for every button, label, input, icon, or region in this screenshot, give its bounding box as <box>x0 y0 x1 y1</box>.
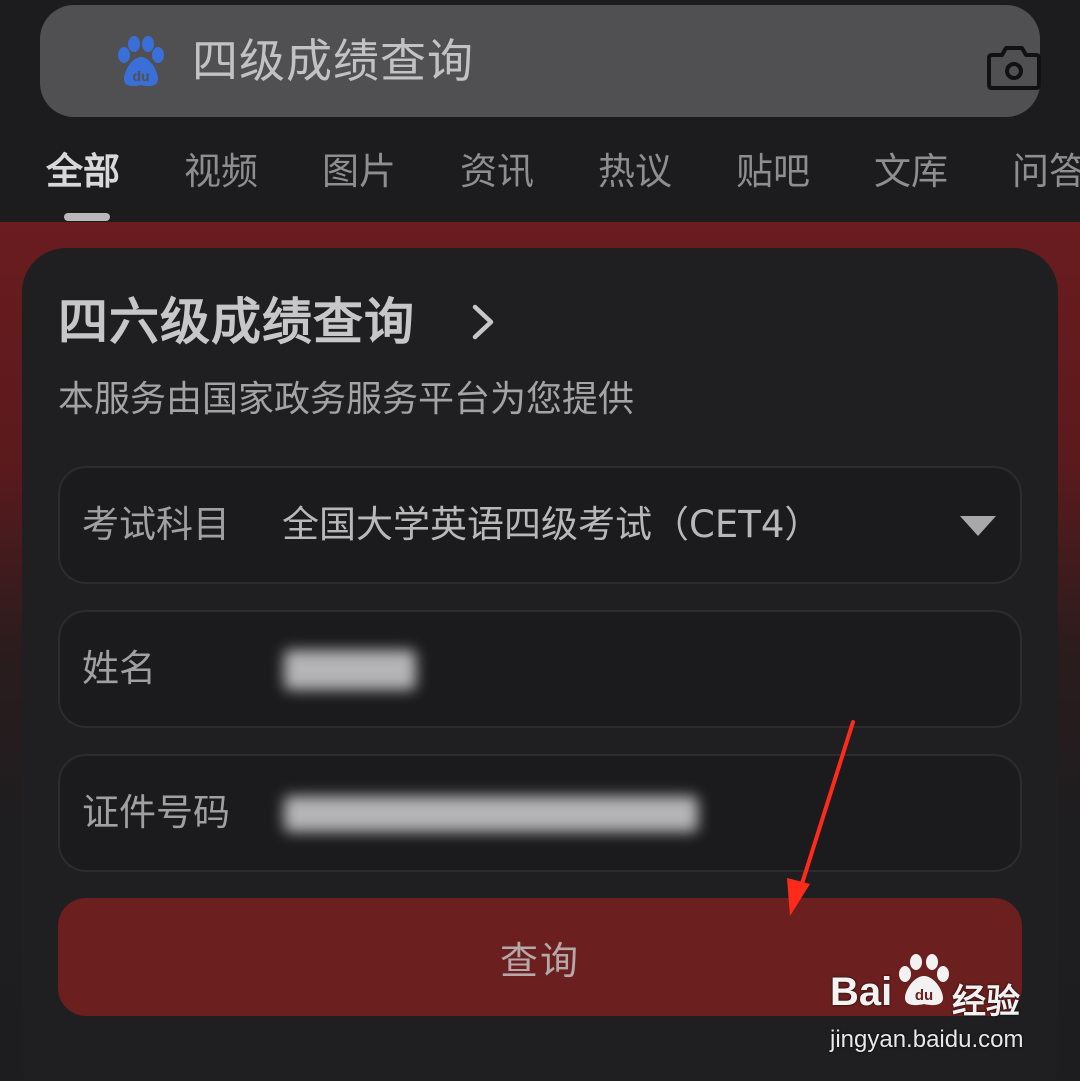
exam-subject-value[interactable]: 全国大学英语四级考试（CET4） <box>282 468 821 582</box>
id-number-input[interactable]: 证件号码 <box>58 754 1022 872</box>
card-title[interactable]: 四六级成绩查询 <box>58 290 415 354</box>
watermark-paw-icon: du <box>899 954 949 1006</box>
search-bar[interactable]: du 四级成绩查询 <box>40 5 1042 117</box>
tab-all[interactable]: 全部 <box>46 148 120 196</box>
tab-qa[interactable]: 问答 <box>1012 148 1080 196</box>
exam-subject-select[interactable]: 考试科目 全国大学英语四级考试（CET4） <box>58 466 1022 584</box>
tab-images[interactable]: 图片 <box>322 148 396 196</box>
tab-video[interactable]: 视频 <box>184 148 258 196</box>
name-label: 姓名 <box>82 647 156 690</box>
name-value-blurred <box>284 650 416 690</box>
exam-subject-label: 考试科目 <box>82 503 230 546</box>
tab-tieba[interactable]: 贴吧 <box>736 148 810 196</box>
header: du 四级成绩查询 全部 视频 图片 资讯 热议 贴吧 文库 问答 <box>0 0 1080 222</box>
baidu-paw-icon: du <box>118 36 164 87</box>
id-number-label: 证件号码 <box>82 791 230 834</box>
tab-news[interactable]: 资讯 <box>460 148 534 196</box>
result-tabs: 全部 视频 图片 资讯 热议 贴吧 文库 问答 <box>0 130 1080 222</box>
tab-wenku[interactable]: 文库 <box>874 148 948 196</box>
baidu-jingyan-watermark: Bai du 经验 jingyan.baidu.com <box>830 954 1060 1070</box>
watermark-brand-cn: 经验 <box>952 982 1020 1022</box>
active-tab-indicator <box>64 213 110 221</box>
tab-discussion[interactable]: 热议 <box>598 148 672 196</box>
camera-icon[interactable] <box>986 43 1042 91</box>
search-query-text[interactable]: 四级成绩查询 <box>192 5 474 117</box>
search-result-page: du 四级成绩查询 全部 视频 图片 资讯 热议 贴吧 文库 问答 四六级成绩查… <box>0 0 1080 1081</box>
id-number-value-blurred <box>284 796 698 832</box>
name-input[interactable]: 姓名 <box>58 610 1022 728</box>
watermark-url: jingyan.baidu.com <box>830 1026 1024 1053</box>
chevron-right-icon[interactable] <box>470 302 496 342</box>
svg-text:du: du <box>132 68 149 84</box>
dropdown-arrow-icon[interactable] <box>958 514 998 538</box>
watermark-brand: Bai <box>830 970 893 1014</box>
svg-text:du: du <box>915 987 933 1004</box>
card-subtitle: 本服务由国家政务服务平台为您提供 <box>58 379 635 420</box>
